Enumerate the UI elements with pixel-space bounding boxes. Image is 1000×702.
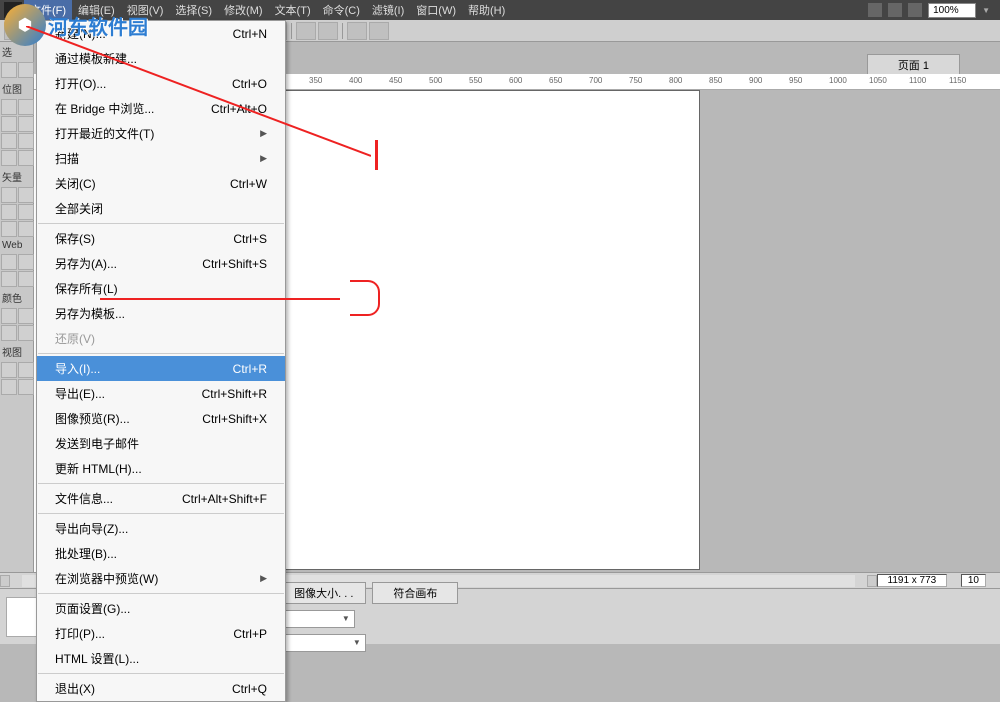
page-tab[interactable]: 页面 1 — [867, 54, 960, 76]
zoom-dropdown-icon[interactable]: ▼ — [982, 6, 990, 15]
menu-item-23[interactable]: 导出向导(Z)... — [37, 516, 285, 541]
menu-item-16[interactable]: 导出(E)...Ctrl+Shift+R — [37, 381, 285, 406]
scroll-right-icon[interactable] — [867, 575, 877, 587]
panel-web-label: Web — [0, 238, 33, 253]
menu-help[interactable]: 帮助(H) — [462, 0, 511, 21]
menu-item-1[interactable]: 通过模板新建... — [37, 46, 285, 71]
knife-tool[interactable] — [18, 221, 34, 237]
panel-color-label: 颜色 — [0, 288, 33, 307]
zoom-tool[interactable] — [18, 379, 34, 395]
menu-item-31[interactable]: 退出(X)Ctrl+Q — [37, 676, 285, 701]
fill-color[interactable] — [18, 308, 34, 324]
menu-item-27[interactable]: 页面设置(G)... — [37, 596, 285, 621]
chevron-down-icon: ▼ — [342, 614, 350, 623]
menu-item-15[interactable]: 导入(I)...Ctrl+R — [37, 356, 285, 381]
line-tool[interactable] — [1, 187, 17, 203]
left-panel: 选 位图 矢量 Web 颜色 视图 — [0, 42, 34, 572]
menu-item-12[interactable]: 另存为模板... — [37, 301, 285, 326]
pencil-tool[interactable] — [1, 133, 17, 149]
menu-window[interactable]: 窗口(W) — [410, 0, 462, 21]
pen-tool[interactable] — [18, 187, 34, 203]
menu-item-11[interactable]: 保存所有(L) — [37, 276, 285, 301]
menu-item-18[interactable]: 发送到电子邮件 — [37, 431, 285, 456]
tool-i[interactable] — [369, 22, 389, 40]
menu-item-2[interactable]: 打开(O)...Ctrl+O — [37, 71, 285, 96]
menu-item-17[interactable]: 图像预览(R)...Ctrl+Shift+X — [37, 406, 285, 431]
site-logo: ⬢ 河东软件园 — [4, 4, 148, 46]
menu-item-3[interactable]: 在 Bridge 中浏览...Ctrl+Alt+O — [37, 96, 285, 121]
hide-tool[interactable] — [1, 271, 17, 287]
menu-commands[interactable]: 命令(C) — [317, 0, 366, 21]
menu-filters[interactable]: 滤镜(I) — [366, 0, 410, 21]
menu-item-28[interactable]: 打印(P)...Ctrl+P — [37, 621, 285, 646]
wand-tool[interactable] — [1, 116, 17, 132]
menu-text[interactable]: 文本(T) — [269, 0, 317, 21]
menu-item-25[interactable]: 在浏览器中预览(W)▶ — [37, 566, 285, 591]
tool-h[interactable] — [347, 22, 367, 40]
chevron-down-icon: ▼ — [353, 638, 361, 647]
brush-tool[interactable] — [18, 116, 34, 132]
eraser-tool[interactable] — [18, 133, 34, 149]
logo-text: 河东软件园 — [48, 11, 148, 40]
scroll-left-icon[interactable] — [0, 575, 10, 587]
blur-tool[interactable] — [1, 150, 17, 166]
menu-select[interactable]: 选择(S) — [169, 0, 218, 21]
canvas-dimensions: 1191 x 773 — [877, 574, 947, 587]
zoom-icon[interactable] — [908, 3, 922, 17]
menu-item-24[interactable]: 批处理(B)... — [37, 541, 285, 566]
panel-view-label: 视图 — [0, 342, 33, 361]
text-tool[interactable] — [18, 204, 34, 220]
zoom-input[interactable]: 100% — [928, 3, 976, 18]
layout-icon[interactable] — [868, 3, 882, 17]
menubar: 文件(F) 编辑(E) 视图(V) 选择(S) 修改(M) 文本(T) 命令(C… — [0, 0, 1000, 20]
logo-badge-icon: ⬢ — [4, 4, 46, 46]
hand-icon[interactable] — [888, 3, 902, 17]
menu-modify[interactable]: 修改(M) — [218, 0, 269, 21]
view-normal[interactable] — [1, 362, 17, 378]
tool-g[interactable] — [318, 22, 338, 40]
panel-bitmap-label: 位图 — [0, 79, 33, 98]
subselect-tool[interactable] — [18, 62, 34, 78]
default-colors[interactable] — [1, 325, 17, 341]
menu-item-9[interactable]: 保存(S)Ctrl+S — [37, 226, 285, 251]
marquee-tool[interactable] — [1, 99, 17, 115]
rect-tool[interactable] — [1, 204, 17, 220]
pointer-tool[interactable] — [1, 62, 17, 78]
menu-item-6[interactable]: 关闭(C)Ctrl+W — [37, 171, 285, 196]
view-full[interactable] — [18, 362, 34, 378]
image-size-button[interactable]: 图像大小. . . — [281, 582, 366, 604]
menu-item-21[interactable]: 文件信息...Ctrl+Alt+Shift+F — [37, 486, 285, 511]
freeform-tool[interactable] — [1, 221, 17, 237]
swap-colors[interactable] — [18, 325, 34, 341]
fit-canvas-button[interactable]: 符合画布 — [372, 582, 458, 604]
file-menu-dropdown: 新建(N)...Ctrl+N通过模板新建...打开(O)...Ctrl+O在 B… — [36, 20, 286, 702]
hotspot-tool[interactable] — [1, 254, 17, 270]
menu-item-19[interactable]: 更新 HTML(H)... — [37, 456, 285, 481]
lasso-tool[interactable] — [18, 99, 34, 115]
menu-item-4[interactable]: 打开最近的文件(T)▶ — [37, 121, 285, 146]
status-pct: 10 — [961, 574, 986, 587]
stamp-tool[interactable] — [18, 150, 34, 166]
menu-item-7[interactable]: 全部关闭 — [37, 196, 285, 221]
tool-f[interactable] — [296, 22, 316, 40]
show-tool[interactable] — [18, 271, 34, 287]
menu-item-10[interactable]: 另存为(A)...Ctrl+Shift+S — [37, 251, 285, 276]
hand-tool[interactable] — [1, 379, 17, 395]
menu-item-29[interactable]: HTML 设置(L)... — [37, 646, 285, 671]
stroke-color[interactable] — [1, 308, 17, 324]
panel-vector-label: 矢量 — [0, 167, 33, 186]
menu-item-13[interactable]: 还原(V) — [37, 326, 285, 351]
menu-item-5[interactable]: 扫描▶ — [37, 146, 285, 171]
slice-tool[interactable] — [18, 254, 34, 270]
